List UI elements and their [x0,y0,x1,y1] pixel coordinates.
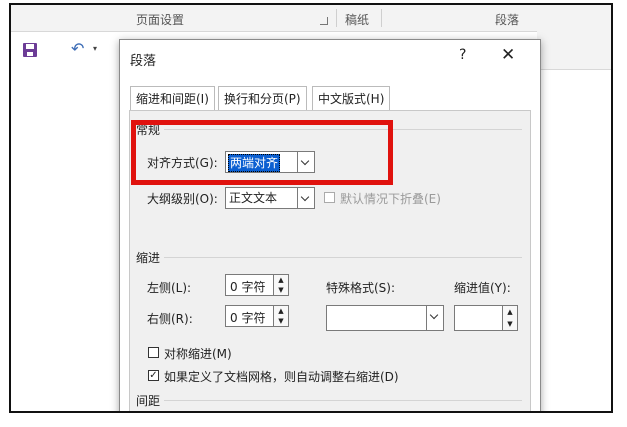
close-button[interactable]: ✕ [501,45,515,65]
page-setup-launcher-icon[interactable] [320,17,328,25]
section-divider [164,400,522,401]
collapse-label: 默认情况下折叠(E) [340,192,441,206]
left-indent-label: 左侧(L): [147,281,192,295]
spin-down-icon[interactable]: ▼ [502,318,517,330]
tab-label: 缩进和间距(I) [136,92,209,106]
tab-label: 中文版式(H) [318,92,385,106]
tab-line-page-breaks[interactable]: 换行和分页(P) [218,86,307,111]
mirror-indent-label: 对称缩进(M) [164,347,232,361]
section-divider [164,257,522,258]
quick-access-toolbar: ↶ ▾ [11,31,119,69]
ribbon-separator [381,9,382,27]
spin-down-icon[interactable]: ▼ [273,285,288,295]
draft-group-label: 稿纸 [345,13,370,27]
chevron-down-icon[interactable] [426,306,443,330]
special-format-select[interactable] [326,305,444,331]
paragraph-group-label: 段落 [495,13,520,27]
tab-label: 换行和分页(P) [224,92,301,106]
outline-level-value: 正文文本 [229,191,278,205]
mirror-indent-checkbox[interactable] [148,347,159,358]
save-icon[interactable] [23,43,37,57]
ribbon-group-bar: 页面设置 稿纸 段落 [11,5,611,32]
auto-adjust-checkbox[interactable]: ✓ [148,370,159,381]
right-indent-label: 右侧(R): [147,312,193,326]
highlight-annotation-box [131,120,393,185]
chevron-down-icon[interactable] [297,188,314,208]
outline-level-label: 大纲级别(O): [147,192,218,206]
auto-adjust-label: 如果定义了文档网格，则自动调整右缩进(D) [164,370,399,384]
page-setup-group-label: 页面设置 [136,13,185,27]
spin-up-icon[interactable]: ▲ [273,306,288,316]
spin-down-icon[interactable]: ▼ [273,316,288,326]
tab-indent-spacing[interactable]: 缩进和间距(I) [130,86,215,112]
left-indent-value: 0 字符 [230,280,266,294]
right-indent-value: 0 字符 [230,311,266,325]
indent-heading: 缩进 [136,251,161,265]
left-indent-stepper[interactable]: 0 字符 ▲ ▼ [225,274,289,296]
indent-value-stepper[interactable]: ▲ ▼ [454,305,518,331]
collapse-checkbox[interactable] [324,192,335,203]
ribbon-separator [336,9,337,27]
spacing-heading: 间距 [136,394,161,408]
tab-asian-typography[interactable]: 中文版式(H) [312,86,391,111]
dialog-title: 段落 [130,54,157,69]
indent-value-label: 缩进值(Y): [454,281,511,295]
right-indent-stepper[interactable]: 0 字符 ▲ ▼ [225,305,289,327]
undo-dropdown-icon[interactable]: ▾ [93,44,97,53]
help-button[interactable]: ? [459,47,466,63]
outline-level-select[interactable]: 正文文本 [225,187,315,209]
ribbon-right-area [537,31,611,70]
paragraph-dialog: 段落 ? ✕ 缩进和间距(I) 换行和分页(P) 中文版式(H) 常规 对齐方式… [119,39,541,411]
special-format-label: 特殊格式(S): [326,281,396,295]
spin-up-icon[interactable]: ▲ [273,275,288,285]
screenshot-frame: 页面设置 稿纸 段落 ↶ ▾ 段落 ? ✕ 缩进和间距(I) 换行和分页(P) … [9,3,613,413]
spin-up-icon[interactable]: ▲ [502,306,517,318]
undo-icon[interactable]: ↶ [71,39,84,58]
